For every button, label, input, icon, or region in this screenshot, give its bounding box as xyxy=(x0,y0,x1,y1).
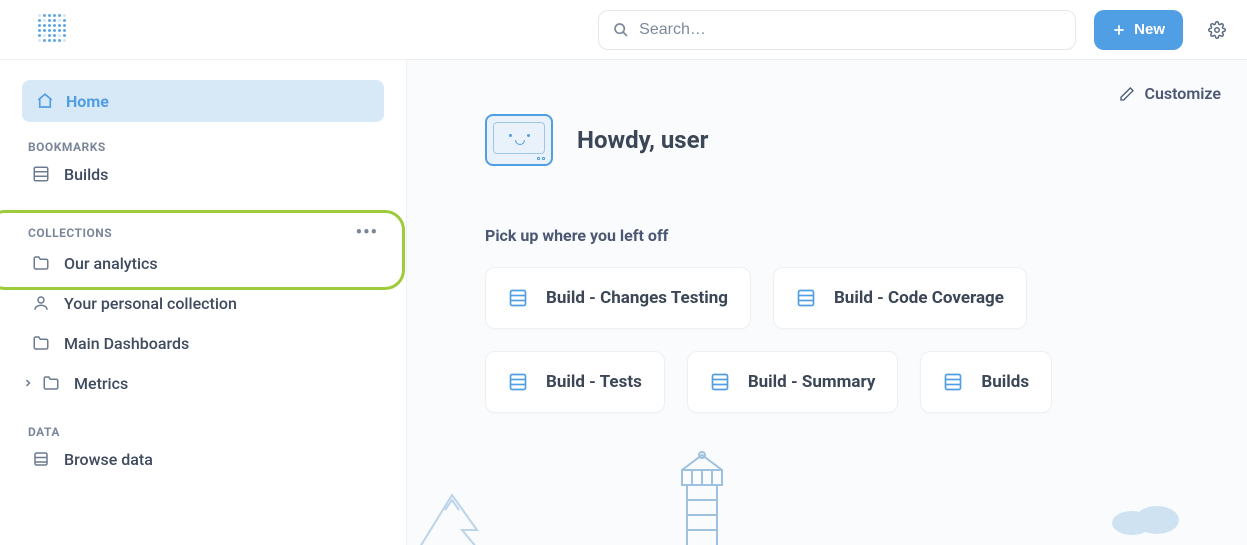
folder-icon xyxy=(42,374,62,392)
recent-card[interactable]: Build - Code Coverage xyxy=(773,267,1027,329)
sidebar: Home BOOKMARKS Builds COLLECTIONS ••• Ou… xyxy=(0,60,407,545)
dashboard-icon xyxy=(32,165,52,183)
dashboard-icon xyxy=(508,372,528,392)
search-icon xyxy=(613,22,629,38)
pencil-icon xyxy=(1119,86,1135,102)
card-label: Build - Changes Testing xyxy=(546,288,728,308)
sidebar-item-builds[interactable]: Builds xyxy=(22,154,384,194)
recent-card[interactable]: Build - Changes Testing xyxy=(485,267,751,329)
top-bar: New xyxy=(0,0,1247,60)
plus-icon xyxy=(1112,23,1126,37)
customize-button[interactable]: Customize xyxy=(1119,84,1221,103)
metabot-icon xyxy=(485,114,553,166)
main-content: Customize Howdy, user Pick up where you … xyxy=(407,60,1247,545)
sidebar-item-label: Metrics xyxy=(74,374,128,393)
dashboard-icon xyxy=(796,288,816,308)
card-label: Builds xyxy=(981,372,1029,392)
dashboard-icon xyxy=(508,288,528,308)
search-input[interactable] xyxy=(639,21,1061,39)
home-icon xyxy=(36,92,54,110)
new-button-label: New xyxy=(1134,21,1165,38)
sidebar-item-metrics[interactable]: Metrics xyxy=(22,363,384,403)
recent-card[interactable]: Build - Summary xyxy=(687,351,899,413)
recent-cards: Build - Changes Testing Build - Code Cov… xyxy=(407,245,1147,413)
folder-icon xyxy=(32,334,52,352)
recent-card[interactable]: Builds xyxy=(920,351,1052,413)
sidebar-item-main-dashboards[interactable]: Main Dashboards xyxy=(22,323,384,363)
sidebar-item-personal-collection[interactable]: Your personal collection xyxy=(22,283,384,323)
greeting-text: Howdy, user xyxy=(577,126,708,154)
card-label: Build - Tests xyxy=(546,372,642,392)
sidebar-item-label: Home xyxy=(66,92,109,111)
gear-icon xyxy=(1208,21,1226,39)
person-icon xyxy=(32,294,52,312)
sidebar-item-home[interactable]: Home xyxy=(22,80,384,122)
card-label: Build - Code Coverage xyxy=(834,288,1004,308)
sidebar-section-bookmarks: BOOKMARKS xyxy=(22,140,384,154)
recent-card[interactable]: Build - Tests xyxy=(485,351,665,413)
sidebar-item-our-analytics[interactable]: Our analytics xyxy=(22,243,384,283)
lighthouse-illustration xyxy=(657,445,747,545)
app-logo[interactable] xyxy=(38,14,70,46)
sidebar-item-label: Your personal collection xyxy=(64,294,237,313)
database-icon xyxy=(32,450,52,468)
sidebar-item-label: Browse data xyxy=(64,450,153,469)
greeting: Howdy, user xyxy=(407,60,1247,166)
folder-icon xyxy=(32,254,52,272)
collections-more-button[interactable]: ••• xyxy=(356,222,378,243)
new-button[interactable]: New xyxy=(1094,10,1183,50)
sidebar-section-data: DATA xyxy=(22,425,384,439)
sidebar-item-browse-data[interactable]: Browse data xyxy=(22,439,384,479)
dashboard-icon xyxy=(943,372,963,392)
settings-button[interactable] xyxy=(1205,18,1229,42)
sidebar-item-label: Our analytics xyxy=(64,254,158,273)
pickup-heading: Pick up where you left off xyxy=(407,166,1247,245)
mountain-illustration xyxy=(407,475,517,545)
card-label: Build - Summary xyxy=(748,372,876,392)
search-box[interactable] xyxy=(598,10,1076,50)
sidebar-item-label: Main Dashboards xyxy=(64,334,189,353)
cloud-illustration xyxy=(1107,495,1187,535)
sidebar-section-collections: COLLECTIONS ••• xyxy=(22,222,384,243)
chevron-right-icon xyxy=(22,377,36,389)
dashboard-icon xyxy=(710,372,730,392)
sidebar-item-label: Builds xyxy=(64,165,108,184)
customize-label: Customize xyxy=(1145,84,1221,103)
